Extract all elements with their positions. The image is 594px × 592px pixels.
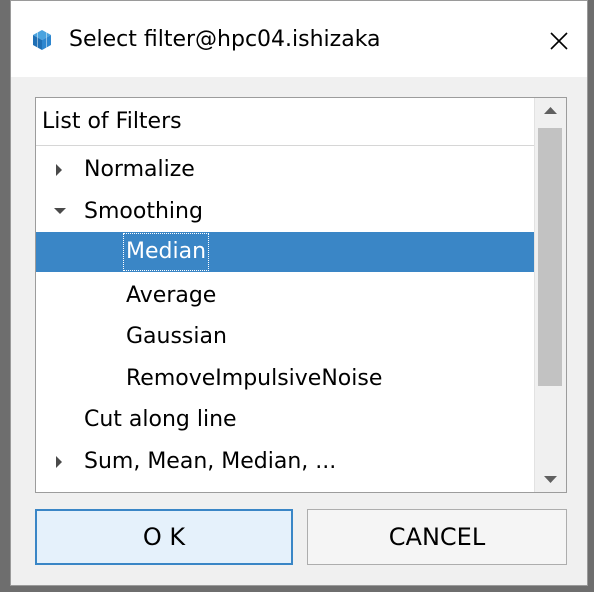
tree-item-label: Median xyxy=(122,232,210,272)
filter-tree[interactable]: List of Filters Normalize Smoothing Medi… xyxy=(35,97,567,493)
tree-item-label: Smoothing xyxy=(84,199,203,224)
vertical-scrollbar[interactable] xyxy=(534,98,566,492)
expand-arrow-icon[interactable] xyxy=(52,150,68,190)
window-title: Select filter@hpc04.ishizaka xyxy=(69,27,381,52)
tree-item-sum-mean-median[interactable]: Sum, Mean, Median, ... xyxy=(36,442,534,482)
cancel-button[interactable]: CANCEL xyxy=(307,509,567,565)
tree-item-average[interactable]: Average xyxy=(36,276,534,316)
list-header: List of Filters xyxy=(36,98,534,146)
expand-arrow-icon[interactable] xyxy=(52,442,68,482)
title-bar[interactable]: Select filter@hpc04.ishizaka xyxy=(11,1,587,77)
cube-icon xyxy=(33,30,51,50)
tree-item-normalize[interactable]: Normalize xyxy=(36,150,534,190)
scroll-up-arrow-icon[interactable] xyxy=(535,98,566,124)
scroll-thumb[interactable] xyxy=(538,128,562,386)
tree-item-label: RemoveImpulsiveNoise xyxy=(126,366,383,391)
select-filter-dialog: Select filter@hpc04.ishizaka List of Fil… xyxy=(10,0,588,586)
tree-item-gaussian[interactable]: Gaussian xyxy=(36,317,534,357)
tree-item-median[interactable]: Median xyxy=(36,232,534,272)
tree-item-label: Gaussian xyxy=(126,324,227,349)
scroll-down-arrow-icon[interactable] xyxy=(535,466,566,492)
ok-button[interactable]: O K xyxy=(35,509,293,565)
tree-item-removeimpulsivenoise[interactable]: RemoveImpulsiveNoise xyxy=(36,359,534,399)
tree-item-label: Normalize xyxy=(84,157,195,182)
tree-item-smoothing[interactable]: Smoothing xyxy=(36,192,534,232)
tree-item-label: Cut along line xyxy=(84,407,237,432)
collapse-arrow-icon[interactable] xyxy=(52,192,68,232)
tree-item-label: Sum, Mean, Median, ... xyxy=(84,449,337,474)
tree-item-label: Average xyxy=(126,283,217,308)
close-icon[interactable] xyxy=(545,27,573,55)
tree-item-cut-along-line[interactable]: Cut along line xyxy=(36,400,534,440)
